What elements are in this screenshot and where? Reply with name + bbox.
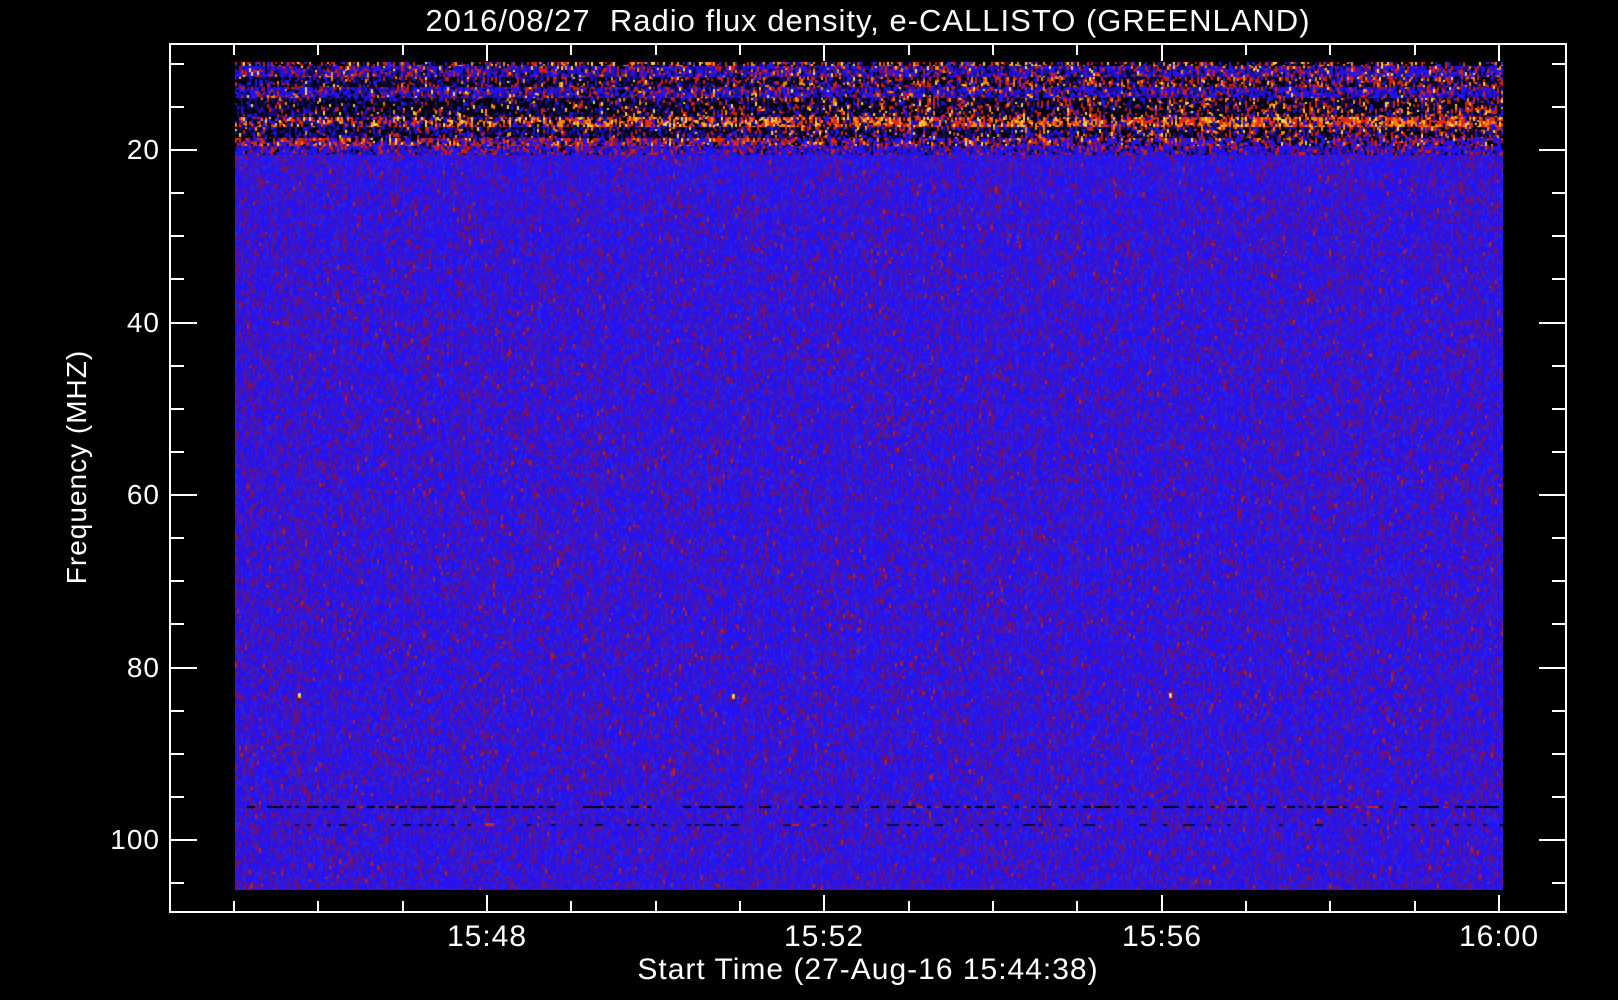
- y-tick-right: [1552, 537, 1565, 539]
- y-tick-label: 100: [40, 824, 160, 856]
- x-tick-bottom: [1245, 901, 1247, 911]
- y-tick-left: [171, 192, 184, 194]
- x-tick-bottom: [233, 901, 235, 911]
- y-tick-left: [171, 408, 184, 410]
- x-tick-label: 16:00: [1429, 920, 1569, 954]
- x-tick-bottom: [317, 901, 319, 911]
- y-tick-right: [1539, 667, 1565, 669]
- x-tick-top: [1498, 45, 1500, 61]
- y-tick-right: [1552, 365, 1565, 367]
- y-tick-right: [1552, 882, 1565, 884]
- x-tick-top: [1161, 45, 1163, 61]
- y-tick-left: [171, 149, 197, 151]
- y-tick-right: [1552, 451, 1565, 453]
- y-tick-left: [171, 796, 184, 798]
- x-tick-bottom: [992, 901, 994, 911]
- x-tick-top: [992, 45, 994, 55]
- y-tick-right: [1552, 192, 1565, 194]
- x-tick-top: [1076, 45, 1078, 55]
- chart-title: 2016/08/27 Radio flux density, e-CALLIST…: [169, 3, 1567, 39]
- y-axis-label: Frequency (MHZ): [61, 350, 93, 584]
- y-tick-left: [171, 710, 184, 712]
- x-tick-bottom: [1498, 895, 1500, 911]
- x-tick-top: [1329, 45, 1331, 55]
- y-tick-right: [1552, 63, 1565, 65]
- y-tick-right: [1552, 710, 1565, 712]
- y-tick-right: [1552, 278, 1565, 280]
- x-tick-top: [402, 45, 404, 55]
- x-tick-label: 15:56: [1092, 920, 1232, 954]
- x-tick-top: [233, 45, 235, 55]
- y-tick-left: [171, 278, 184, 280]
- x-tick-top: [655, 45, 657, 55]
- y-tick-left: [171, 753, 184, 755]
- x-axis-label: Start Time (27-Aug-16 15:44:38): [169, 953, 1567, 987]
- y-tick-left: [171, 322, 197, 324]
- x-tick-label: 15:52: [754, 920, 894, 954]
- y-tick-right: [1552, 753, 1565, 755]
- y-tick-right: [1552, 580, 1565, 582]
- y-tick-label: 60: [40, 479, 160, 511]
- y-tick-left: [171, 882, 184, 884]
- x-tick-bottom: [486, 895, 488, 911]
- y-tick-left: [171, 451, 184, 453]
- x-tick-bottom: [402, 901, 404, 911]
- x-tick-label: 15:48: [417, 920, 557, 954]
- y-tick-left: [171, 667, 197, 669]
- y-tick-left: [171, 623, 184, 625]
- x-tick-top: [739, 45, 741, 55]
- y-tick-right: [1552, 408, 1565, 410]
- y-tick-left: [171, 537, 184, 539]
- x-tick-bottom: [1329, 901, 1331, 911]
- x-tick-bottom: [908, 901, 910, 911]
- y-tick-left: [171, 365, 184, 367]
- y-tick-right: [1539, 839, 1565, 841]
- y-tick-right: [1552, 235, 1565, 237]
- y-tick-left: [171, 580, 184, 582]
- x-tick-top: [486, 45, 488, 61]
- y-tick-right: [1552, 106, 1565, 108]
- spectrogram-canvas: [235, 62, 1503, 890]
- x-tick-bottom: [823, 895, 825, 911]
- x-tick-bottom: [1161, 895, 1163, 911]
- spectrogram-page: { "title": "2016/08/27 Radio flux densit…: [0, 0, 1618, 1000]
- y-tick-left: [171, 63, 184, 65]
- x-tick-bottom: [1076, 901, 1078, 911]
- x-tick-top: [1245, 45, 1247, 55]
- y-tick-right: [1552, 623, 1565, 625]
- x-tick-top: [317, 45, 319, 55]
- y-tick-right: [1539, 494, 1565, 496]
- y-tick-right: [1539, 149, 1565, 151]
- y-tick-left: [171, 494, 197, 496]
- y-tick-left: [171, 106, 184, 108]
- x-tick-bottom: [739, 901, 741, 911]
- x-tick-top: [570, 45, 572, 55]
- y-tick-label: 80: [40, 652, 160, 684]
- y-tick-right: [1552, 796, 1565, 798]
- y-tick-label: 20: [40, 134, 160, 166]
- x-tick-bottom: [570, 901, 572, 911]
- y-tick-left: [171, 235, 184, 237]
- x-tick-top: [1414, 45, 1416, 55]
- x-tick-top: [908, 45, 910, 55]
- y-tick-left: [171, 839, 197, 841]
- x-tick-top: [823, 45, 825, 61]
- y-tick-right: [1539, 322, 1565, 324]
- x-tick-bottom: [655, 901, 657, 911]
- x-tick-bottom: [1414, 901, 1416, 911]
- y-tick-label: 40: [40, 307, 160, 339]
